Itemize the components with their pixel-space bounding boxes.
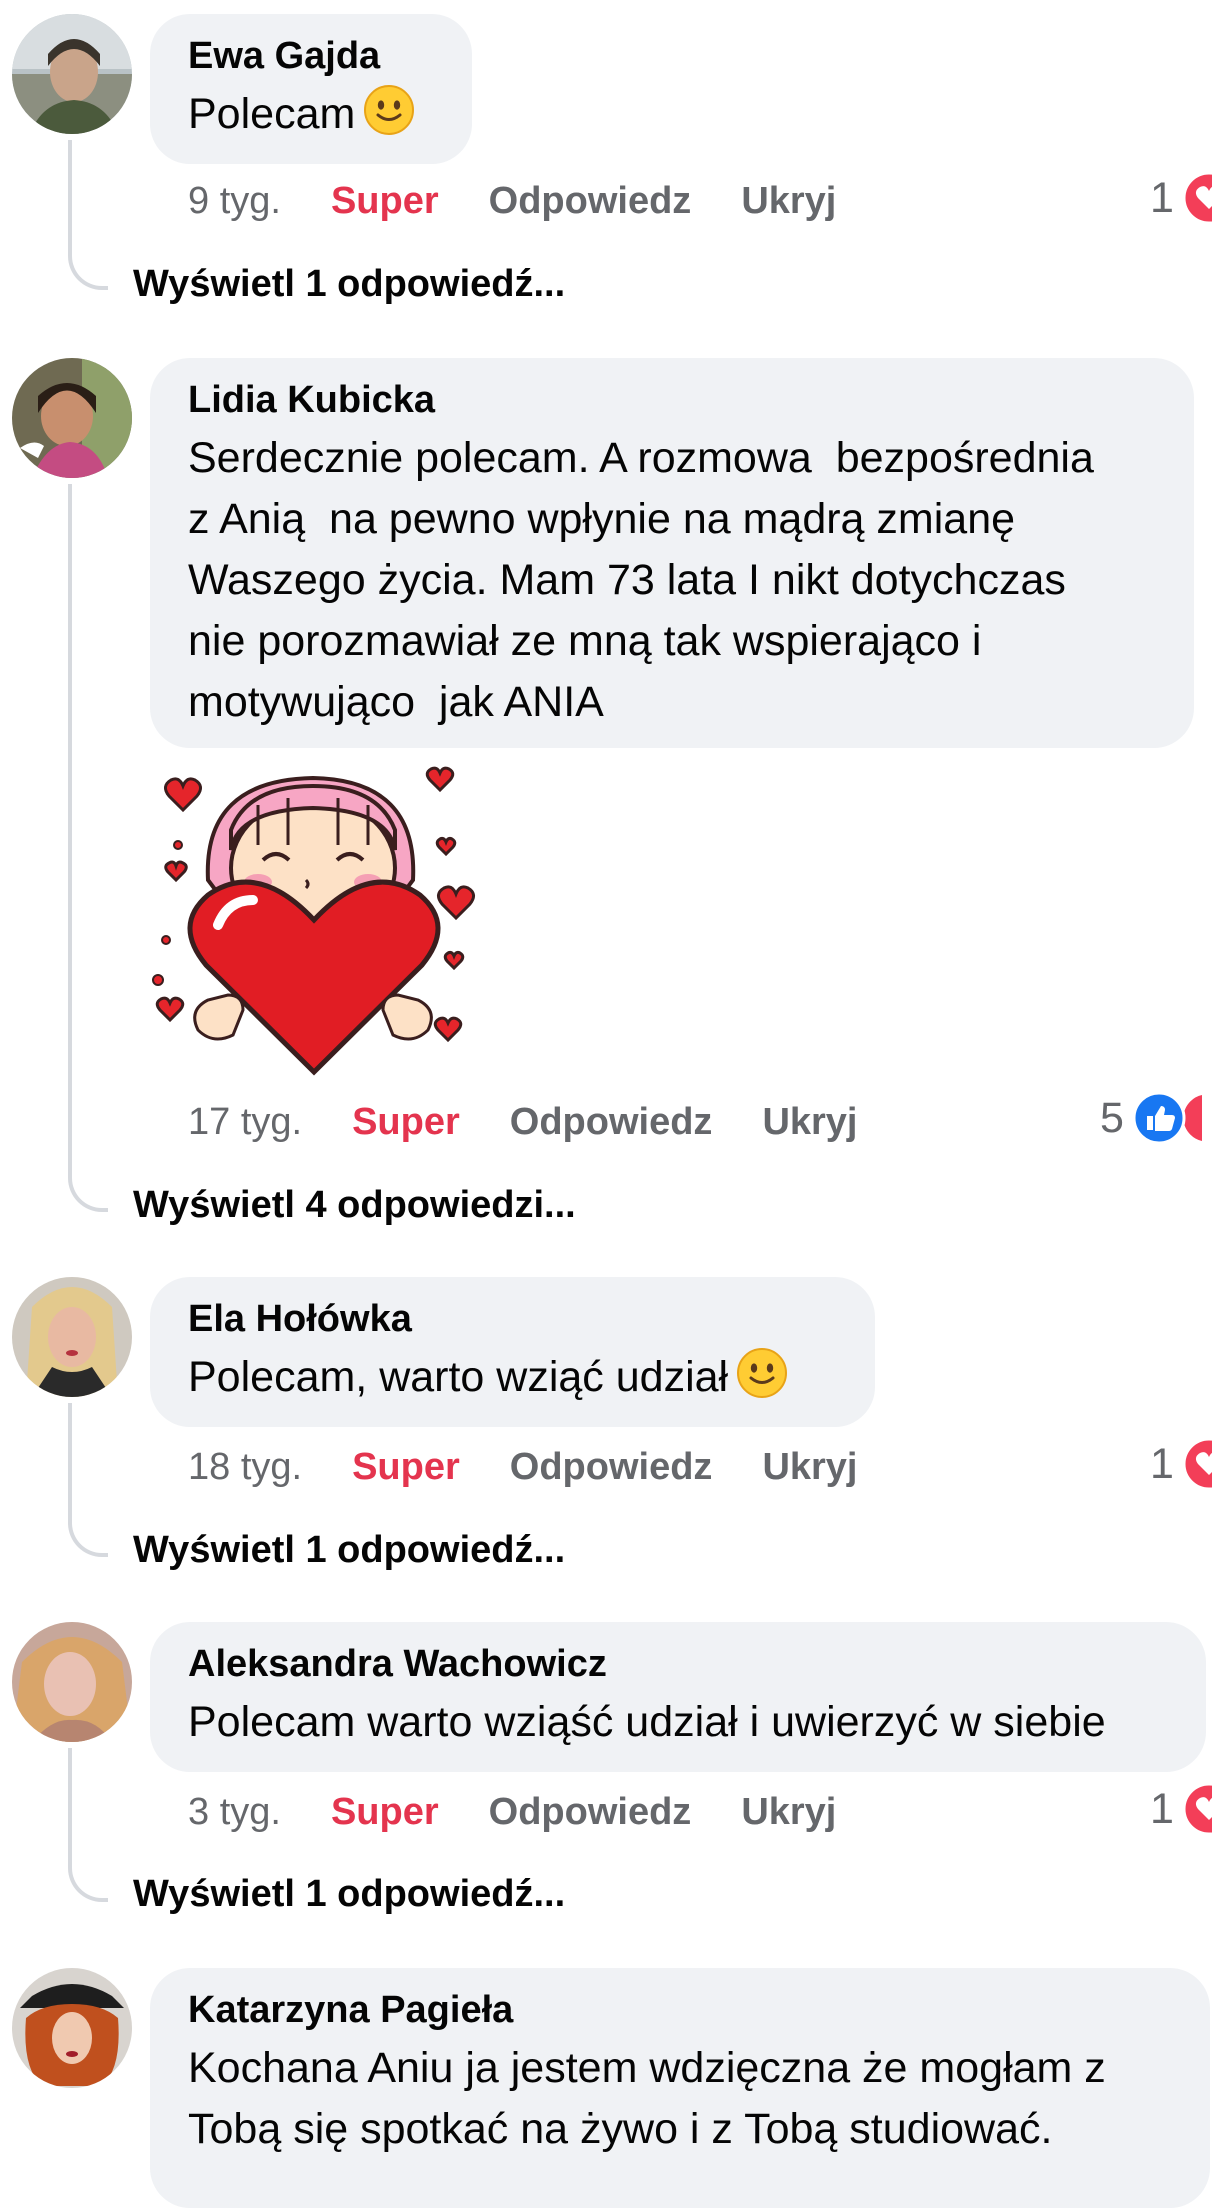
avatar[interactable] [12, 1277, 132, 1397]
love-reaction-icon [1182, 1437, 1212, 1491]
view-replies-link[interactable]: Wyświetl 1 odpowiedź... [133, 1528, 565, 1572]
comment-text: Polecam [188, 84, 436, 145]
like-reaction-icon [1132, 1091, 1186, 1145]
reaction-summary[interactable]: 1 [1150, 1437, 1222, 1491]
reaction-summary[interactable]: 1 [1150, 171, 1222, 225]
slightly-smiling-face-icon [364, 85, 415, 135]
comment-timestamp[interactable]: 17 tyg. [188, 1100, 302, 1144]
avatar[interactable] [12, 1622, 132, 1742]
reaction-count: 1 [1150, 173, 1174, 222]
super-reaction-button[interactable]: Super [352, 1445, 460, 1489]
comment-text: Polecam, warto wziąć udział [188, 1347, 839, 1408]
thread-line [68, 1748, 108, 1902]
comment-author[interactable]: Ewa Gajda [188, 34, 436, 78]
reply-button[interactable]: Odpowiedz [489, 179, 692, 223]
view-replies-link[interactable]: Wyświetl 1 odpowiedź... [133, 262, 565, 306]
hide-button[interactable]: Ukryj [741, 179, 836, 223]
reply-button[interactable]: Odpowiedz [510, 1100, 713, 1144]
comment-text: Kochana Aniu ja jestem wdzięczna że mogł… [188, 2044, 1106, 2153]
comment-actions: 3 tyg. Super Odpowiedz Ukryj [188, 1790, 836, 1834]
reply-button[interactable]: Odpowiedz [489, 1790, 692, 1834]
comment-author[interactable]: Katarzyna Pagieła [188, 1988, 1174, 2032]
reply-button[interactable]: Odpowiedz [510, 1445, 713, 1489]
comment-bubble: Ela Hołówka Polecam, warto wziąć udział [150, 1277, 875, 1427]
thread-line [68, 1403, 108, 1557]
hide-button[interactable]: Ukryj [762, 1100, 857, 1144]
super-reaction-button[interactable]: Super [331, 179, 439, 223]
comment-author[interactable]: Aleksandra Wachowicz [188, 1642, 1170, 1686]
comment-bubble: Lidia Kubicka Serdecznie polecam. A rozm… [150, 358, 1194, 748]
thread-line [68, 140, 108, 290]
comment-bubble: Ewa Gajda Polecam [150, 14, 472, 164]
reaction-summary[interactable]: 5 [1100, 1091, 1222, 1145]
comment-timestamp[interactable]: 18 tyg. [188, 1445, 302, 1489]
slightly-smiling-face-icon [737, 1348, 788, 1398]
thread-line [68, 484, 108, 1212]
avatar[interactable] [12, 1968, 132, 2088]
comment-timestamp[interactable]: 9 tyg. [188, 179, 281, 223]
love-reaction-icon [1182, 1782, 1212, 1836]
hide-button[interactable]: Ukryj [741, 1790, 836, 1834]
avatar[interactable] [12, 358, 132, 478]
girl-hugging-heart-sticker[interactable] [148, 750, 483, 1090]
avatar[interactable] [12, 14, 132, 134]
comment-author[interactable]: Lidia Kubicka [188, 378, 1158, 422]
comment-actions: 18 tyg. Super Odpowiedz Ukryj [188, 1445, 858, 1489]
love-reaction-icon [1182, 171, 1212, 225]
super-reaction-button[interactable]: Super [352, 1100, 460, 1144]
comment-text: Serdecznie polecam. A rozmowa bezpośredn… [188, 434, 1094, 726]
reaction-summary[interactable]: 1 [1150, 1782, 1222, 1836]
comment-actions: 9 tyg. Super Odpowiedz Ukryj [188, 179, 836, 223]
view-replies-link[interactable]: Wyświetl 1 odpowiedź... [133, 1872, 565, 1916]
comment-author[interactable]: Ela Hołówka [188, 1297, 839, 1341]
comment-actions: 17 tyg. Super Odpowiedz Ukryj [188, 1100, 858, 1144]
comment-bubble: Katarzyna Pagieła Kochana Aniu ja jestem… [150, 1968, 1210, 2208]
comment-text: Polecam warto wziąść udział i uwierzyć w… [188, 1698, 1106, 1746]
comment-text-content: Polecam, warto wziąć udział [188, 1353, 729, 1401]
comment-timestamp[interactable]: 3 tyg. [188, 1790, 281, 1834]
reaction-count: 5 [1100, 1093, 1124, 1142]
reaction-count: 1 [1150, 1439, 1174, 1488]
super-reaction-button[interactable]: Super [331, 1790, 439, 1834]
comment-text-content: Polecam [188, 90, 356, 138]
reaction-count: 1 [1150, 1784, 1174, 1833]
comment-bubble: Aleksandra Wachowicz Polecam warto wziąś… [150, 1622, 1206, 1772]
hide-button[interactable]: Ukryj [762, 1445, 857, 1489]
view-replies-link[interactable]: Wyświetl 4 odpowiedzi... [133, 1183, 576, 1227]
